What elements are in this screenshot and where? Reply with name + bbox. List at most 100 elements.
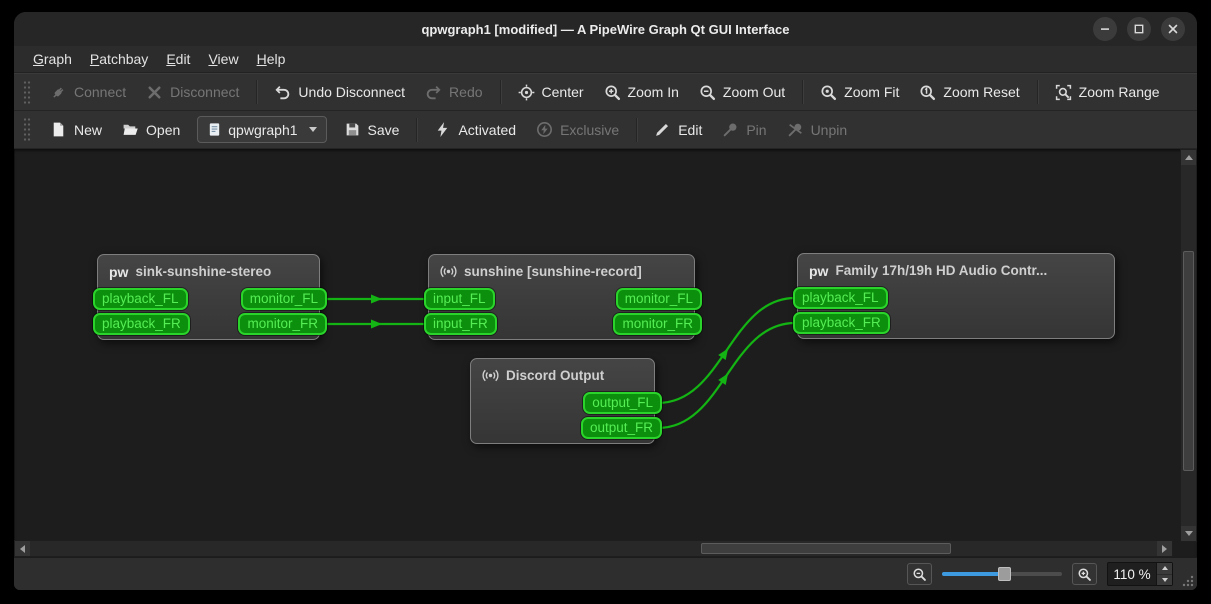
audio-stream-icon [482, 367, 499, 384]
zoom-value[interactable]: 110 % [1108, 567, 1156, 582]
session-combobox[interactable]: qpwgraph1 [197, 116, 327, 143]
triangle-right-icon [1162, 544, 1167, 553]
toolbar-separator [636, 117, 638, 142]
triangle-up-icon [1161, 566, 1168, 571]
title-bar[interactable]: qpwgraph1 [modified] — A PipeWire Graph … [14, 12, 1197, 46]
chevron-down-icon [308, 127, 317, 132]
app-window: qpwgraph1 [modified] — A PipeWire Graph … [14, 12, 1197, 590]
scroll-down-button[interactable] [1181, 526, 1196, 541]
toolbar-separator [499, 80, 501, 104]
port-playback-fl[interactable]: playback_FL [93, 288, 188, 310]
port-playback-fl[interactable]: playback_FL [793, 287, 888, 309]
port-monitor-fl[interactable]: monitor_FL [240, 288, 327, 310]
zoom-range-button[interactable]: Zoom Range [1045, 77, 1170, 107]
spin-up-button[interactable] [1157, 563, 1172, 575]
pin-button[interactable]: Pin [712, 115, 776, 145]
exclusive-button[interactable]: Exclusive [526, 115, 629, 145]
zoom-in-button[interactable]: Zoom In [594, 77, 689, 107]
save-icon [344, 121, 361, 138]
node-title: Family 17h/19h HD Audio Contr... [835, 263, 1048, 278]
toolbar-drag-handle[interactable] [23, 117, 32, 142]
zoom-in-icon [1077, 567, 1092, 582]
port-playback-fr[interactable]: playback_FR [93, 313, 190, 335]
node-family-hd-audio[interactable]: pw Family 17h/19h HD Audio Contr... play… [793, 253, 1115, 339]
node-title: sink-sunshine-stereo [135, 264, 272, 279]
port-output-fl[interactable]: output_FL [583, 392, 662, 414]
node-discord-output[interactable]: Discord Output output_FL output_FR [470, 358, 662, 444]
port-monitor-fl[interactable]: monitor_FL [615, 288, 702, 310]
toolbar-separator [802, 80, 804, 104]
scroll-up-button[interactable] [1181, 150, 1196, 165]
port-monitor-fr[interactable]: monitor_FR [238, 313, 327, 335]
menu-patchbay[interactable]: Patchbay [81, 48, 157, 70]
menu-graph[interactable]: Graph [24, 48, 81, 70]
zoom-out-button[interactable]: Zoom Out [689, 77, 795, 107]
connect-button[interactable]: Connect [40, 77, 136, 107]
spin-down-button[interactable] [1157, 574, 1172, 585]
port-playback-fr[interactable]: playback_FR [793, 312, 890, 334]
statusbar-zoom-out-button[interactable] [907, 563, 932, 585]
minimize-button[interactable] [1093, 17, 1117, 41]
undo-disconnect-button[interactable]: Undo Disconnect [264, 77, 415, 107]
open-button[interactable]: Open [112, 115, 190, 145]
menu-view[interactable]: View [199, 48, 247, 70]
port-input-fr[interactable]: input_FR [424, 313, 497, 335]
close-button[interactable] [1161, 17, 1185, 41]
node-header: sunshine [sunshine-record] [429, 255, 694, 288]
minimize-icon [1097, 21, 1113, 37]
unpin-icon [787, 121, 804, 138]
horizontal-scrollbar-thumb[interactable] [701, 543, 951, 554]
audio-stream-icon [440, 263, 457, 280]
scroll-right-button[interactable] [1157, 541, 1172, 556]
port-monitor-fr[interactable]: monitor_FR [613, 313, 702, 335]
pushpin-icon [722, 121, 739, 138]
save-button[interactable]: Save [334, 115, 410, 145]
connections-layer [314, 294, 796, 430]
slider-handle[interactable] [998, 567, 1011, 581]
node-title: Discord Output [506, 368, 605, 383]
maximize-button[interactable] [1127, 17, 1151, 41]
zoom-in-icon [604, 84, 621, 101]
toolbar-drag-handle[interactable] [23, 79, 32, 105]
disconnect-button[interactable]: Disconnect [136, 77, 249, 107]
scroll-left-button[interactable] [15, 541, 30, 556]
edit-button[interactable]: Edit [644, 115, 712, 145]
port-output-fr[interactable]: output_FR [580, 417, 662, 439]
node-title: sunshine [sunshine-record] [464, 264, 642, 279]
center-button[interactable]: Center [508, 77, 594, 107]
toolbar-separator [416, 117, 418, 142]
resize-grip[interactable] [1181, 574, 1194, 587]
node-header: pw sink-sunshine-stereo [98, 255, 319, 288]
vertical-scrollbar-thumb[interactable] [1183, 251, 1194, 471]
zoom-spinbox[interactable]: 110 % [1107, 562, 1173, 586]
port-input-fl[interactable]: input_FL [424, 288, 495, 310]
status-bar: 110 % [14, 557, 1197, 590]
statusbar-zoom-in-button[interactable] [1072, 563, 1097, 585]
activated-button[interactable]: Activated [424, 115, 526, 145]
graph-canvas[interactable]: pw sink-sunshine-stereo playback_FL moni… [14, 149, 1197, 557]
zoom-slider[interactable] [942, 566, 1062, 582]
maximize-icon [1131, 21, 1147, 37]
pipewire-icon: pw [809, 262, 829, 279]
node-header: pw Family 17h/19h HD Audio Contr... [798, 254, 1114, 287]
menu-edit[interactable]: Edit [157, 48, 199, 70]
vertical-scrollbar[interactable] [1180, 149, 1197, 542]
zoom-fit-button[interactable]: Zoom Fit [810, 77, 909, 107]
disconnect-icon [146, 84, 163, 101]
horizontal-scrollbar[interactable] [14, 540, 1173, 557]
node-sunshine[interactable]: sunshine [sunshine-record] input_FL moni… [424, 254, 702, 340]
zoom-fit-icon [820, 84, 837, 101]
triangle-down-icon [1161, 577, 1168, 582]
unpin-button[interactable]: Unpin [777, 115, 858, 145]
menu-help[interactable]: Help [248, 48, 295, 70]
open-folder-icon [122, 121, 139, 138]
window-title: qpwgraph1 [modified] — A PipeWire Graph … [421, 21, 790, 37]
zoom-out-icon [699, 84, 716, 101]
new-button[interactable]: New [40, 115, 112, 145]
center-icon [518, 84, 535, 101]
zoom-reset-button[interactable]: Zoom Reset [909, 77, 1029, 107]
toolbar-separator [256, 80, 258, 104]
node-sink-sunshine-stereo[interactable]: pw sink-sunshine-stereo playback_FL moni… [93, 254, 327, 340]
redo-icon [425, 84, 442, 101]
redo-button[interactable]: Redo [415, 77, 492, 107]
